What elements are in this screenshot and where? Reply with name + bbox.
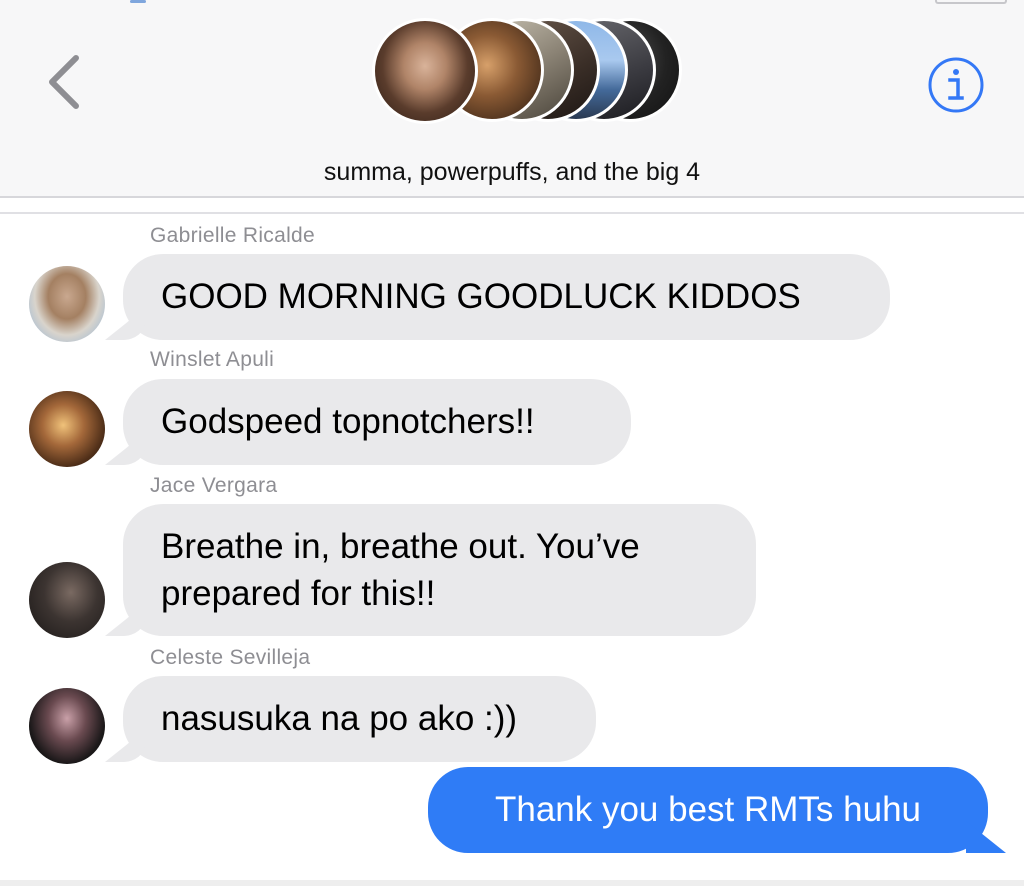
message-bubble[interactable]: Breathe in, breathe out. You’ve prepared… — [123, 504, 756, 636]
header-divider — [0, 196, 1024, 198]
messages-screen: summa, powerpuffs, and the big 4 Gabriel… — [0, 0, 1024, 886]
message-bubble[interactable]: Godspeed topnotchers!! — [123, 379, 631, 465]
sender-name: Jace Vergara — [150, 474, 278, 497]
sender-avatar[interactable] — [29, 688, 105, 764]
message-bubble[interactable]: nasusuka na po ako :)) — [123, 676, 596, 762]
chevron-left-icon — [49, 55, 79, 109]
back-button[interactable] — [40, 52, 90, 112]
conversation-header: summa, powerpuffs, and the big 4 — [0, 0, 1024, 197]
conversation-title[interactable]: summa, powerpuffs, and the big 4 — [0, 158, 1024, 187]
header-divider — [0, 212, 1024, 214]
bottom-edge — [0, 880, 1024, 886]
message-bubble[interactable]: GOOD MORNING GOODLUCK KIDDOS — [123, 254, 890, 340]
sender-avatar[interactable] — [29, 391, 105, 467]
sender-name: Celeste Sevilleja — [150, 646, 311, 669]
group-member-avatar — [372, 18, 478, 124]
sender-avatar[interactable] — [29, 266, 105, 342]
status-bar-fragment — [130, 0, 146, 3]
group-avatar-stack[interactable] — [372, 18, 682, 124]
sender-name: Gabrielle Ricalde — [150, 224, 316, 247]
sender-name: Winslet Apuli — [150, 348, 275, 371]
info-button[interactable] — [926, 55, 986, 115]
battery-icon — [935, 0, 1007, 4]
info-circle-icon — [928, 57, 984, 113]
sent-message-bubble[interactable]: Thank you best RMTs huhu — [428, 767, 988, 853]
sender-avatar[interactable] — [29, 562, 105, 638]
